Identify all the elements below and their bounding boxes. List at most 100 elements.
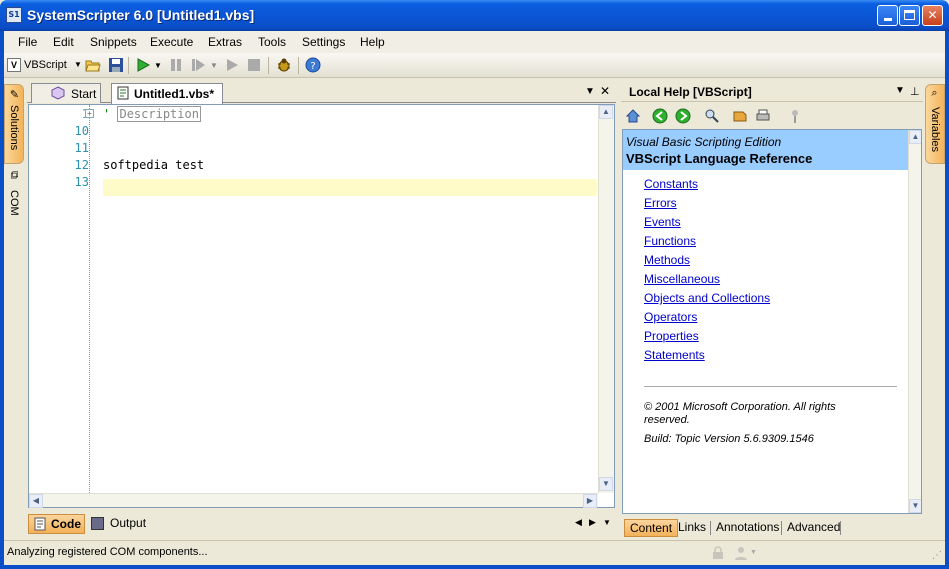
help-icon[interactable]: ? bbox=[305, 57, 321, 73]
script-file-icon bbox=[117, 86, 129, 100]
tab-code[interactable]: Code bbox=[28, 514, 85, 534]
line-number: 10 bbox=[74, 124, 89, 138]
print-icon[interactable] bbox=[755, 108, 771, 124]
tab-solutions-label: Solutions bbox=[8, 105, 20, 151]
help-link-methods[interactable]: Methods bbox=[644, 253, 690, 267]
editor-panel: Start Untitled1.vbs* ▼ ✕ 1 10 11 12 13 +… bbox=[27, 80, 616, 540]
stop-icon[interactable] bbox=[246, 57, 262, 73]
current-line-highlight bbox=[103, 179, 597, 196]
help-banner-subtitle: Visual Basic Scripting Edition bbox=[626, 135, 782, 149]
tab-start-label: Start bbox=[71, 87, 97, 101]
svg-text:?: ? bbox=[310, 61, 315, 72]
tab-scroll-left-icon[interactable]: ◀ bbox=[575, 517, 582, 528]
scroll-left-icon[interactable]: ◀ bbox=[29, 494, 43, 508]
com-icon: ⧉ bbox=[8, 171, 20, 179]
help-link-miscellaneous[interactable]: Miscellaneous bbox=[644, 272, 720, 286]
editor-horizontal-scrollbar[interactable]: ◀ ▶ bbox=[29, 493, 598, 508]
bookmark-icon[interactable] bbox=[732, 108, 748, 124]
code-line-12[interactable]: softpedia test bbox=[103, 158, 204, 172]
line-number-gutter: 1 10 11 12 13 bbox=[29, 105, 89, 493]
scroll-right-icon[interactable]: ▶ bbox=[583, 494, 597, 508]
home-icon[interactable] bbox=[625, 108, 641, 124]
tab-menu-icon[interactable]: ▼ bbox=[603, 518, 611, 527]
scroll-up-icon[interactable]: ▲ bbox=[599, 105, 613, 119]
tab-list-dropdown-icon[interactable]: ▼ bbox=[585, 86, 595, 97]
help-link-objects-and-collections[interactable]: Objects and Collections bbox=[644, 291, 770, 305]
resize-grip-icon[interactable]: ⋰ bbox=[932, 550, 942, 561]
help-link-properties[interactable]: Properties bbox=[644, 329, 699, 343]
app-icon[interactable]: S1 bbox=[6, 7, 22, 23]
tab-content[interactable]: Content bbox=[624, 519, 679, 537]
help-link-statements[interactable]: Statements bbox=[644, 348, 705, 362]
scroll-up-icon[interactable]: ▲ bbox=[909, 130, 921, 144]
tab-start[interactable]: Start bbox=[31, 83, 101, 103]
expand-region-icon[interactable]: + bbox=[85, 109, 94, 118]
menu-settings[interactable]: Settings bbox=[302, 35, 345, 49]
output-icon bbox=[91, 517, 104, 530]
help-copyright-cont: reserved. bbox=[644, 414, 690, 426]
scroll-down-icon[interactable]: ▼ bbox=[599, 477, 613, 491]
menu-edit[interactable]: Edit bbox=[53, 35, 74, 49]
menu-execute[interactable]: Execute bbox=[150, 35, 193, 49]
tab-scroll-right-icon[interactable]: ▶ bbox=[589, 517, 596, 528]
maximize-icon bbox=[904, 10, 915, 20]
tab-untitled1-label: Untitled1.vbs* bbox=[134, 87, 215, 101]
menu-help[interactable]: Help bbox=[360, 35, 385, 49]
document-tabs: Start Untitled1.vbs* ▼ ✕ bbox=[27, 83, 616, 104]
help-content-view[interactable]: Visual Basic Scripting Edition VBScript … bbox=[622, 129, 922, 514]
menu-tools[interactable]: Tools bbox=[258, 35, 286, 49]
status-text: Analyzing registered COM components... bbox=[7, 546, 208, 558]
tab-untitled1[interactable]: Untitled1.vbs* bbox=[111, 83, 223, 104]
user-icon[interactable] bbox=[734, 546, 748, 560]
user-dropdown-icon[interactable]: ▼ bbox=[750, 549, 757, 556]
help-link-events[interactable]: Events bbox=[644, 215, 681, 229]
code-line-1[interactable]: ' Description bbox=[103, 106, 201, 122]
code-editor[interactable]: 1 10 11 12 13 + ' Description softpedia … bbox=[28, 104, 615, 508]
back-icon[interactable] bbox=[652, 108, 668, 124]
tab-com[interactable]: ⧉ COM bbox=[4, 168, 24, 218]
scroll-down-icon[interactable]: ▼ bbox=[909, 499, 921, 513]
search-icon[interactable] bbox=[704, 108, 720, 124]
pin-topic-icon[interactable] bbox=[787, 108, 803, 124]
run-icon[interactable] bbox=[135, 57, 151, 73]
close-button[interactable]: ✕ bbox=[922, 5, 943, 26]
panel-menu-icon[interactable]: ▼ bbox=[895, 85, 905, 96]
help-vertical-scrollbar[interactable]: ▲ ▼ bbox=[908, 130, 921, 513]
help-link-functions[interactable]: Functions bbox=[644, 234, 696, 248]
tab-code-label: Code bbox=[51, 517, 81, 531]
lock-icon bbox=[713, 546, 723, 559]
language-dropdown[interactable]: V VBScript ▼ bbox=[6, 56, 84, 75]
tab-annotations[interactable]: Annotations bbox=[711, 519, 784, 537]
tab-solutions[interactable]: ✎ Solutions bbox=[4, 84, 24, 164]
pause-icon[interactable] bbox=[168, 57, 184, 73]
play-icon[interactable] bbox=[224, 57, 240, 73]
tab-variables[interactable]: ⌕ Variables bbox=[925, 84, 945, 164]
open-folder-icon[interactable] bbox=[85, 57, 101, 73]
maximize-button[interactable] bbox=[899, 5, 920, 26]
tab-advanced[interactable]: Advanced bbox=[782, 519, 845, 537]
menu-snippets[interactable]: Snippets bbox=[90, 35, 137, 49]
help-link-constants[interactable]: Constants bbox=[644, 177, 698, 191]
forward-icon[interactable] bbox=[675, 108, 691, 124]
window-frame-bottom bbox=[0, 565, 949, 569]
menu-extras[interactable]: Extras bbox=[208, 35, 242, 49]
vbscript-icon: V bbox=[7, 58, 21, 72]
main-toolbar: V VBScript ▼ ▼ ▼ ? bbox=[4, 53, 945, 78]
pin-icon[interactable]: ⊥ bbox=[910, 85, 920, 98]
tab-output[interactable]: Output bbox=[88, 514, 158, 534]
title-bar[interactable]: S1 SystemScripter 6.0 [Untitled1.vbs] ✕ bbox=[0, 0, 949, 31]
save-icon[interactable] bbox=[108, 57, 124, 73]
step-icon[interactable] bbox=[190, 57, 206, 73]
toolbar-separator bbox=[128, 57, 129, 74]
tab-links[interactable]: Links bbox=[673, 519, 711, 537]
help-link-errors[interactable]: Errors bbox=[644, 196, 677, 210]
collapsed-region-label[interactable]: Description bbox=[117, 106, 201, 122]
minimize-button[interactable] bbox=[877, 5, 898, 26]
menu-file[interactable]: File bbox=[18, 35, 37, 49]
debug-bug-icon[interactable] bbox=[276, 57, 292, 73]
line-number: 12 bbox=[74, 158, 89, 172]
local-help-panel: Local Help [VBScript] ▼ ⊥ Visual Basic S… bbox=[621, 80, 923, 540]
help-link-operators[interactable]: Operators bbox=[644, 310, 697, 324]
editor-vertical-scrollbar[interactable]: ▲ ▼ bbox=[598, 105, 614, 493]
close-document-icon[interactable]: ✕ bbox=[600, 84, 610, 98]
